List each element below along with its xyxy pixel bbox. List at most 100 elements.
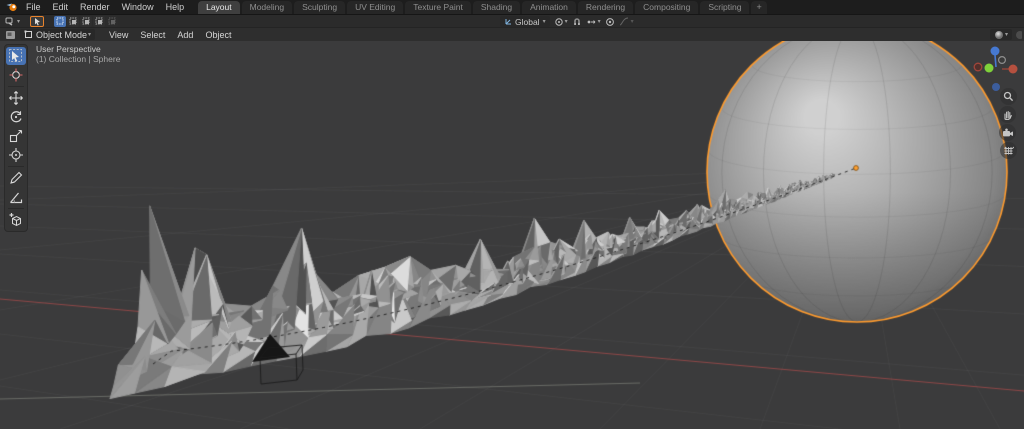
hand-icon — [1002, 109, 1013, 120]
select-mode-extend-icon[interactable] — [67, 16, 79, 27]
toggle-ortho-button[interactable] — [1000, 142, 1017, 159]
viewport-menu-add[interactable]: Add — [171, 30, 199, 40]
workspace-tab-rendering[interactable]: Rendering — [578, 1, 633, 14]
add-cube-icon — [8, 212, 24, 228]
move-icon — [8, 90, 24, 106]
viewport-header: Object Mode ▾ ViewSelectAddObject ▾ — [0, 27, 1024, 41]
topbar-menu-help[interactable]: Help — [160, 0, 191, 14]
grid-icon — [1003, 145, 1014, 156]
workspace-tab-animation[interactable]: Animation — [522, 1, 576, 14]
select-mode-intersect-icon[interactable] — [106, 16, 118, 27]
transform-icon — [8, 147, 24, 163]
blender-logo-icon[interactable] — [4, 1, 20, 13]
workspace-tab-shading[interactable]: Shading — [473, 1, 520, 14]
toolbar-separator — [8, 166, 24, 167]
select-mode-subtract-icon[interactable] — [80, 16, 92, 27]
pan-button[interactable] — [999, 106, 1016, 123]
3d-viewport[interactable]: User Perspective (1) Collection | Sphere — [0, 41, 1024, 429]
annotate-icon — [8, 170, 24, 186]
transform-orientation-dropdown[interactable]: Global ▾ — [500, 16, 550, 27]
select-mode-set-icon[interactable] — [54, 16, 66, 27]
workspace-tab-scripting[interactable]: Scripting — [700, 1, 749, 14]
zoom-button[interactable] — [1000, 88, 1017, 105]
topbar-menu-window[interactable]: Window — [116, 0, 160, 14]
snap-target-dropdown[interactable]: ▾ — [586, 17, 601, 26]
object-mode-icon — [24, 30, 33, 39]
camera-view-button[interactable] — [999, 124, 1016, 141]
add-cube-tool-button[interactable] — [6, 211, 26, 229]
viewport-menu-view[interactable]: View — [103, 30, 134, 40]
chevron-down-icon: ▾ — [88, 31, 91, 38]
snap-orientation-cluster: Global ▾ ▾ ▾ — [500, 16, 634, 27]
scale-tool-button[interactable] — [6, 127, 26, 145]
select-mode-invert-icon[interactable] — [93, 16, 105, 27]
select-mode-group — [54, 16, 118, 27]
annotate-tool-button[interactable] — [6, 169, 26, 187]
workspace-tabs: LayoutModelingSculptingUV EditingTexture… — [198, 0, 751, 14]
viewport-menu-select[interactable]: Select — [134, 30, 171, 40]
chevron-down-icon: ▾ — [565, 18, 568, 25]
camera-icon — [1002, 128, 1014, 138]
shading-sphere-icon — [994, 30, 1004, 40]
3d-viewport-editor-icon — [5, 30, 16, 40]
gizmo-z-axis[interactable] — [991, 47, 1000, 56]
rotate-tool-button[interactable] — [6, 108, 26, 126]
shading-mode-icon[interactable] — [1014, 30, 1022, 40]
workspace-tab-layout[interactable]: Layout — [198, 1, 240, 14]
move-tool-button[interactable] — [6, 89, 26, 107]
gizmo-x-axis[interactable] — [1009, 65, 1018, 74]
proportional-editing-icon — [605, 17, 615, 27]
topbar: FileEditRenderWindowHelp LayoutModelingS… — [0, 0, 1024, 14]
blender-window: FileEditRenderWindowHelp LayoutModelingS… — [0, 0, 1024, 429]
viewport-menus: ViewSelectAddObject — [103, 30, 237, 40]
topbar-menus: FileEditRenderWindowHelp — [20, 0, 190, 14]
orientation-label: Global — [515, 17, 540, 27]
scale-icon — [8, 128, 24, 144]
snap-toggle-button[interactable] — [572, 17, 582, 27]
select-box-tool-button[interactable] — [6, 47, 26, 65]
proportional-falloff-dropdown[interactable]: ▾ — [619, 17, 634, 26]
gizmo-y-neg-axis[interactable] — [999, 57, 1006, 64]
workspace-tab-compositing[interactable]: Compositing — [635, 1, 698, 14]
chevron-down-icon: ▾ — [1005, 31, 1008, 38]
cursor-icon — [8, 67, 24, 83]
viewport-canvas[interactable] — [0, 41, 1024, 429]
active-object-label: (1) Collection | Sphere — [36, 54, 120, 64]
magnifier-icon — [1003, 91, 1014, 102]
rotate-icon — [8, 109, 24, 125]
editor-type-button[interactable] — [5, 30, 16, 40]
measure-tool-button[interactable] — [6, 188, 26, 206]
viewport-overlays-dropdown[interactable]: ▾ — [990, 29, 1012, 40]
topbar-menu-render[interactable]: Render — [74, 0, 116, 14]
select-box-icon — [33, 17, 42, 26]
viewport-menu-object[interactable]: Object — [199, 30, 237, 40]
chevron-down-icon: ▾ — [598, 18, 601, 25]
cursor-tool-button[interactable] — [6, 66, 26, 84]
pivot-point-dropdown[interactable]: ▾ — [554, 17, 568, 27]
snap-target-icon — [586, 17, 597, 26]
magnet-icon — [572, 17, 582, 27]
active-tool-button[interactable] — [30, 16, 44, 27]
chevron-down-icon: ▾ — [631, 18, 634, 25]
workspace-tab-modeling[interactable]: Modeling — [242, 1, 293, 14]
gizmo-y-axis[interactable] — [985, 64, 994, 73]
chevron-down-icon: ▾ — [543, 18, 546, 25]
pivot-point-icon — [554, 17, 564, 27]
falloff-curve-icon — [619, 17, 630, 26]
tool-shelf — [4, 44, 28, 232]
mode-dropdown[interactable]: Object Mode ▾ — [20, 29, 95, 40]
gizmo-z-neg-axis[interactable] — [992, 83, 1000, 91]
transform-tool-button[interactable] — [6, 146, 26, 164]
viewport-info-overlay: User Perspective (1) Collection | Sphere — [36, 44, 120, 64]
topbar-menu-file[interactable]: File — [20, 0, 47, 14]
tool-settings-selector[interactable]: ▾ — [4, 16, 20, 26]
add-workspace-button[interactable]: + — [751, 1, 766, 14]
workspace-tab-uv-editing[interactable]: UV Editing — [347, 1, 403, 14]
proportional-editing-button[interactable] — [605, 17, 615, 27]
viewport-shading-cluster: ▾ — [990, 29, 1022, 40]
workspace-tab-texture-paint[interactable]: Texture Paint — [405, 1, 471, 14]
chevron-down-icon: ▾ — [17, 18, 20, 25]
topbar-menu-edit[interactable]: Edit — [47, 0, 75, 14]
workspace-tab-sculpting[interactable]: Sculpting — [294, 1, 345, 14]
gizmo-x-neg-axis[interactable] — [974, 63, 982, 71]
